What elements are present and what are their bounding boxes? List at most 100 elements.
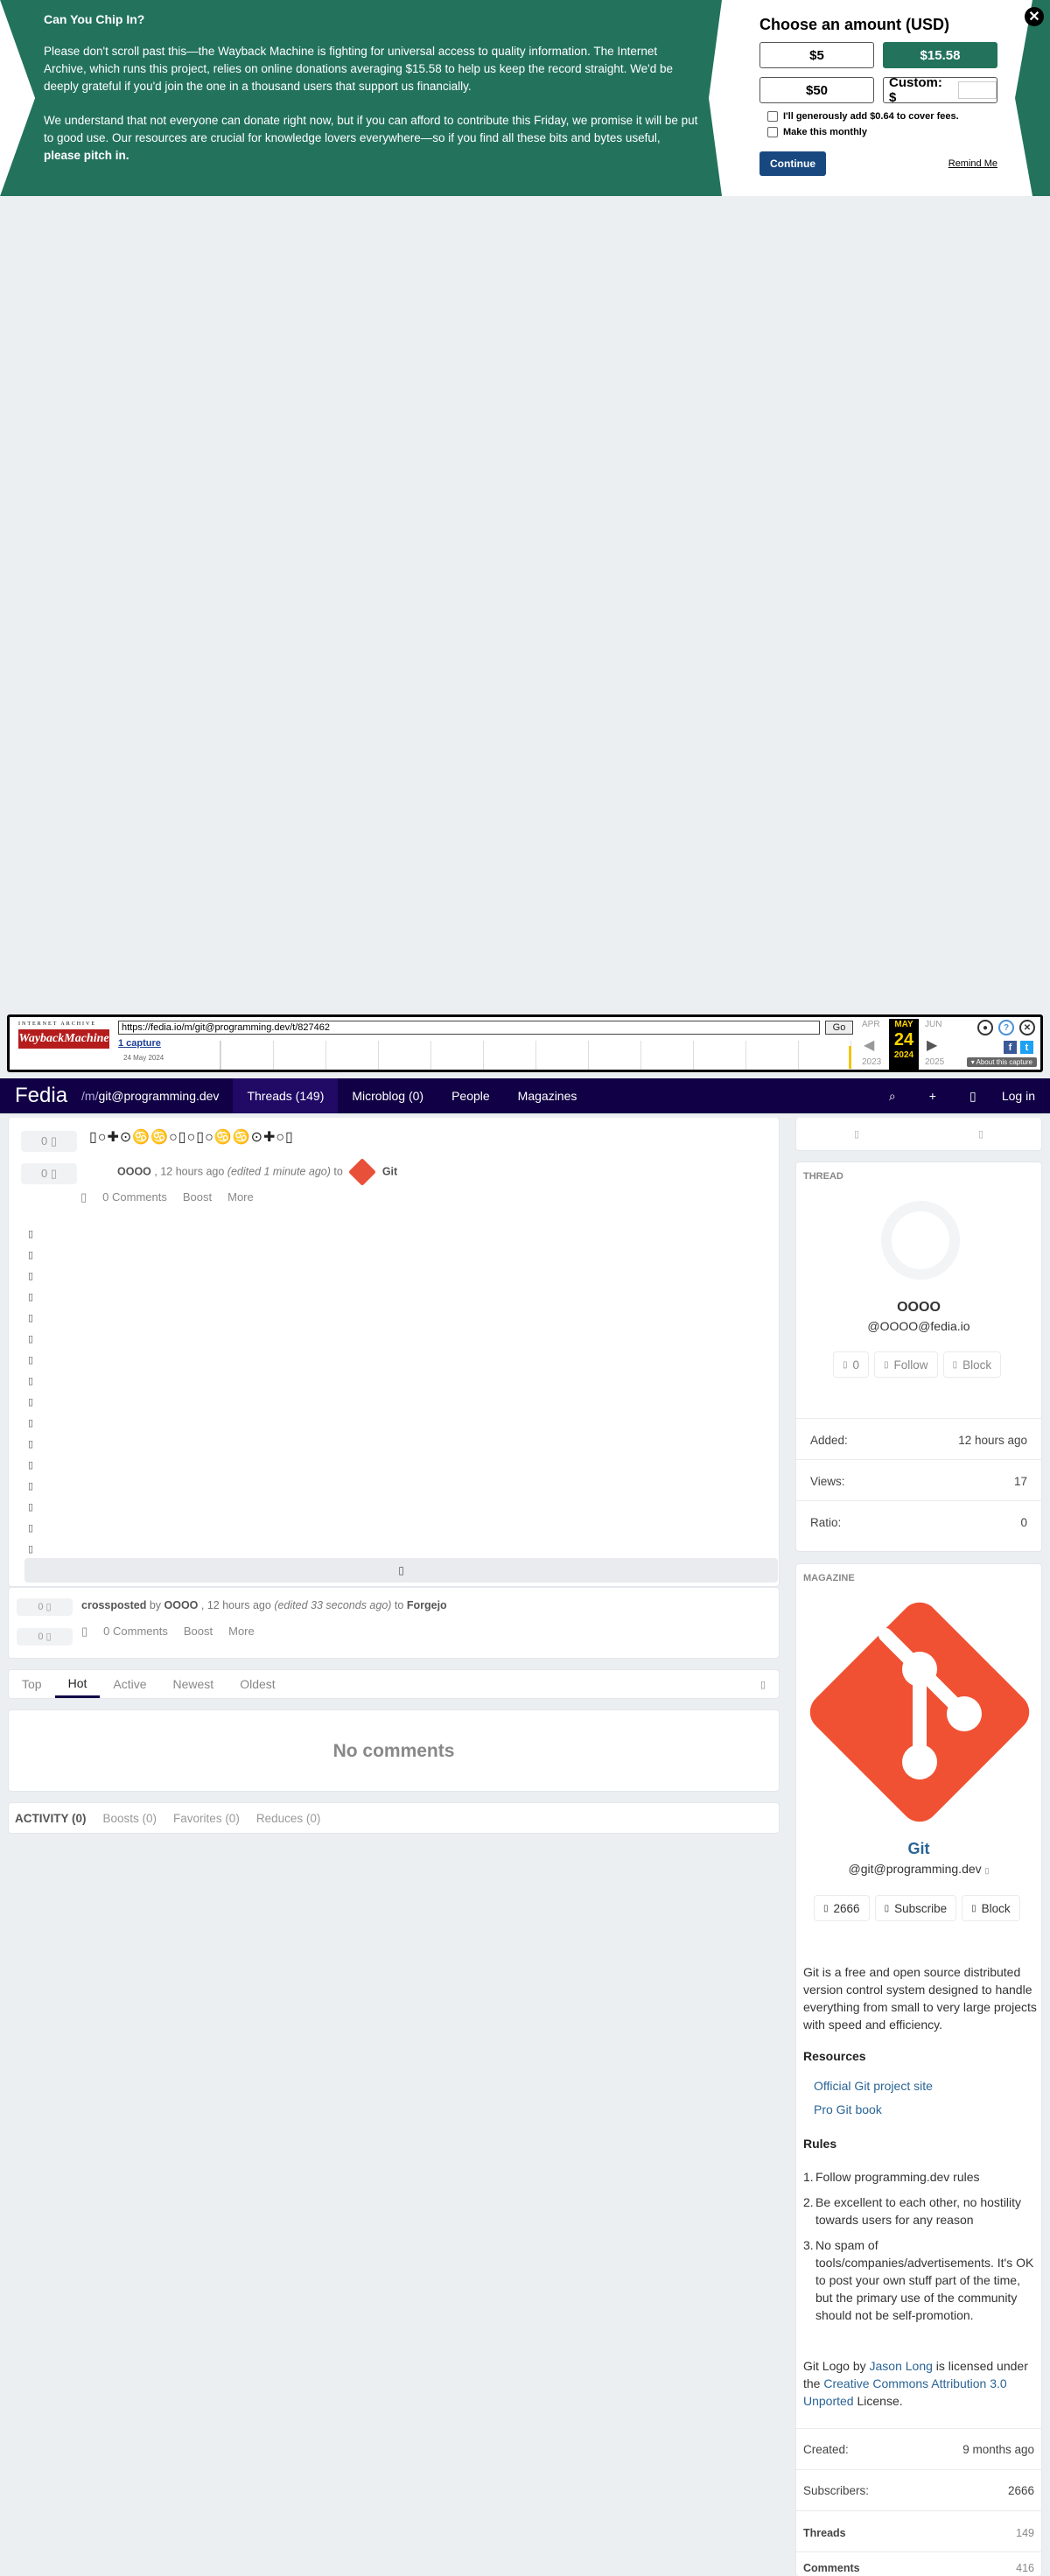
custom-amount-field[interactable]: Custom: $ [883, 75, 998, 105]
body-line: ▯ [28, 1229, 34, 1239]
magazine-meta-link[interactable]: Git [382, 1165, 397, 1177]
crosspost-more-button[interactable]: More [228, 1625, 255, 1638]
more-button[interactable]: More [228, 1190, 254, 1204]
wayback-go-button[interactable]: Go [825, 1021, 853, 1035]
prev-month: APR [862, 1020, 880, 1029]
logo-credit: Git Logo by Jason Long is licensed under… [803, 2359, 1028, 2408]
next-arrow-icon[interactable]: ▶ [927, 1036, 937, 1054]
remind-me-link[interactable]: Remind Me [948, 158, 998, 169]
resource-link-git-site[interactable]: Official Git project site [814, 2079, 933, 2093]
account-icon[interactable]: ● [977, 1020, 993, 1035]
magazine-block-button[interactable]: ▯ Block [962, 1895, 1020, 1921]
sidebar-thread-card: THREAD OOOO @OOOO@fedia.io ▯ 0 ▯ Follow ▯ B… [795, 1162, 1042, 1552]
help-icon[interactable]: ? [998, 1020, 1014, 1035]
login-link[interactable]: Log in [993, 1089, 1050, 1103]
tab-people[interactable]: People [438, 1078, 504, 1113]
sort-options-icon[interactable]: ▯ [747, 1670, 779, 1698]
license-link[interactable]: Creative Commons Attribution 3.0 Unporte… [803, 2376, 1007, 2408]
close-toolbar-icon[interactable]: ✕ [1019, 1020, 1035, 1035]
expand-body-button[interactable]: ▯ [24, 1558, 778, 1583]
search-icon[interactable]: ⌕ [872, 1089, 913, 1104]
social-share: f t [1004, 1041, 1033, 1054]
tab-threads[interactable]: Threads (149) [233, 1078, 339, 1113]
tab-magazines[interactable]: Magazines [504, 1078, 592, 1113]
captures-link[interactable]: 1 capture [118, 1038, 161, 1049]
boosts-tab[interactable]: Boosts (0) [97, 1812, 168, 1825]
magazine-link[interactable]: /m/git@programming.dev [81, 1089, 219, 1103]
separator [796, 2551, 1041, 2552]
tab-microblog[interactable]: Microblog (0) [338, 1078, 438, 1113]
subscribe-button[interactable]: ▯ Subscribe [874, 1895, 957, 1921]
block-button[interactable]: ▯ Block [942, 1351, 1002, 1378]
sort-hot[interactable]: Hot [54, 1670, 101, 1698]
downvote-button[interactable]: 0 ▯ [21, 1163, 77, 1184]
sort-top[interactable]: Top [9, 1670, 55, 1698]
rules-heading: Rules [803, 2137, 837, 2151]
cover-fees-row[interactable]: I'll generously add $0.64 to cover fees. [767, 111, 1000, 122]
resource-link-pro-git[interactable]: Pro Git book [814, 2102, 882, 2116]
close-banner-icon[interactable]: ✕ [1025, 7, 1044, 26]
sidebar-icon-right[interactable]: ▯ [978, 1128, 984, 1140]
sort-active[interactable]: Active [100, 1670, 159, 1698]
add-icon[interactable]: + [913, 1089, 953, 1103]
sort-newest[interactable]: Newest [160, 1670, 228, 1698]
crosspost-magazine-link[interactable]: Forgejo [407, 1599, 447, 1611]
crosspost-meta: crossposted by OOOO , 12 hours ago (edit… [81, 1599, 447, 1611]
body-line: ▯ [28, 1439, 34, 1449]
amount-50-button[interactable]: $50 [760, 77, 874, 103]
continue-button[interactable]: Continue [760, 151, 826, 176]
author-link[interactable]: OOOO [117, 1165, 151, 1177]
crosspost-comments-link[interactable]: 0 Comments [103, 1625, 168, 1638]
donation-paragraph-1: Please don't scroll past this—the Waybac… [44, 45, 674, 93]
crosspost-boost-button[interactable]: Boost [184, 1625, 213, 1638]
sidebar-icon-left[interactable]: ▯ [854, 1128, 859, 1140]
custom-amount-input[interactable] [958, 81, 997, 99]
thread-title[interactable]: ▯○✚⊙♋♋○▯○▯○♋♋⊙✚○▯ [89, 1128, 294, 1146]
crosspost-upvote-button[interactable]: 0 ▯ [17, 1598, 73, 1616]
threads-row[interactable]: Threads 149 [803, 2527, 1034, 2539]
comments-link[interactable]: 0 Comments [102, 1190, 167, 1204]
site-header: Fedia /m/git@programming.dev Threads (14… [0, 1078, 1050, 1113]
user-followers: ▯ 0 [833, 1351, 870, 1378]
site-brand[interactable]: Fedia [15, 1084, 67, 1108]
prev-arrow-icon[interactable]: ◀ [864, 1036, 874, 1054]
reduces-tab[interactable]: Reduces (0) [250, 1812, 332, 1825]
sort-oldest[interactable]: Oldest [227, 1670, 288, 1698]
facebook-icon[interactable]: f [1004, 1041, 1017, 1054]
user-name[interactable]: OOOO [796, 1300, 1041, 1316]
body-line: ▯ [28, 1376, 34, 1386]
magazine-name[interactable]: Git [796, 1840, 1041, 1858]
thread-body: ▯ ▯ ▯ ▯ ▯ ▯ ▯ ▯ ▯ ▯ ▯ ▯ ▯ ▯ ▯ ▯ [28, 1228, 37, 1564]
crosspost-label: crossposted [81, 1599, 147, 1611]
cover-fees-checkbox[interactable] [767, 111, 778, 122]
copy-handle-icon[interactable]: ▯ [985, 1866, 990, 1875]
twitter-icon[interactable]: t [1020, 1041, 1033, 1054]
wayback-url-input[interactable]: https://fedia.io/m/git@programming.dev/t… [118, 1021, 820, 1035]
magazine-block-icon: ▯ [971, 1903, 976, 1913]
follow-button[interactable]: ▯ Follow [874, 1351, 938, 1378]
upvote-button[interactable]: 0 ▯ [21, 1131, 77, 1152]
favorites-tab[interactable]: Favorites (0) [167, 1812, 250, 1825]
about-capture-button[interactable]: ▾ About this capture [966, 1057, 1037, 1067]
settings-icon[interactable]: ▯ [953, 1089, 993, 1104]
body-line: ▯ [28, 1355, 34, 1365]
monthly-row[interactable]: Make this monthly [767, 127, 1000, 137]
wayback-logo[interactable]: INTERNET ARCHIVE WaybackMachine [18, 1021, 109, 1065]
comments-row[interactable]: Comments 416 [803, 2562, 1034, 2574]
separator [796, 1418, 1041, 1419]
amount-5-button[interactable]: $5 [760, 42, 874, 68]
crosspost-downvote-button[interactable]: 0 ▯ [17, 1628, 73, 1646]
crosspost-author-link[interactable]: OOOO [164, 1599, 199, 1611]
crosspost-card: 0 ▯ 0 ▯ crossposted by OOOO , 12 hours a… [8, 1587, 780, 1659]
activity-tab[interactable]: ACTIVITY (0) [9, 1812, 97, 1825]
user-avatar[interactable] [881, 1201, 960, 1280]
crosspost-actions: ▯ 0 Comments Boost More [81, 1625, 270, 1639]
monthly-checkbox[interactable] [767, 127, 778, 137]
boost-button[interactable]: Boost [183, 1190, 212, 1204]
wayback-icons: ● ? ✕ [965, 1020, 1035, 1037]
git-logo-icon[interactable] [803, 1596, 1036, 1828]
credit-author-link[interactable]: Jason Long [870, 2359, 933, 2373]
capture-sparkline[interactable] [220, 1041, 857, 1070]
body-line: ▯ [28, 1397, 34, 1407]
amount-15-58-button[interactable]: $15.58 [883, 42, 998, 68]
